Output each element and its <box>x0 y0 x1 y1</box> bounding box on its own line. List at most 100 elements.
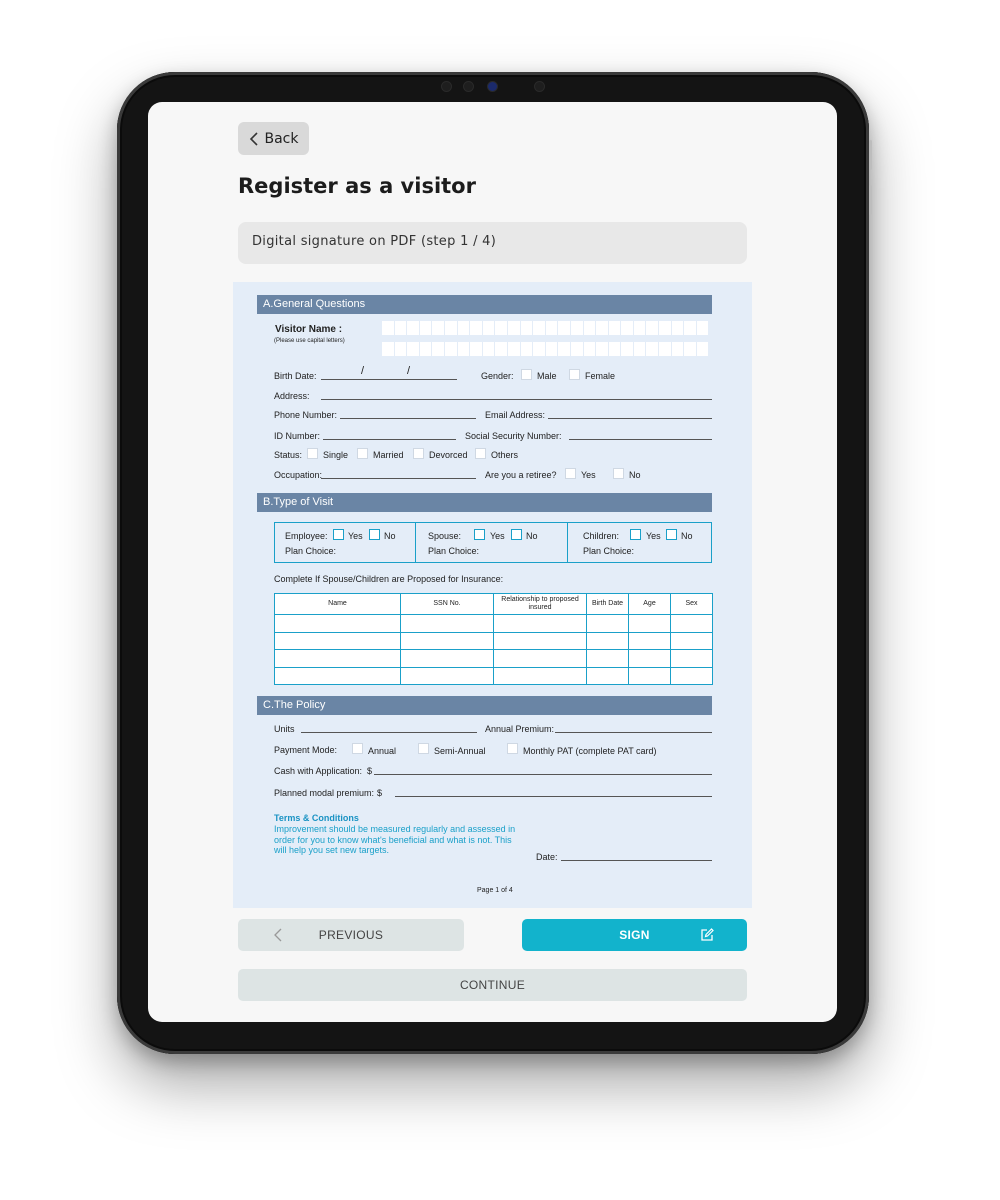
insurance-note: Complete If Spouse/Children are Proposed… <box>274 574 504 584</box>
date-field[interactable] <box>561 860 712 861</box>
units-field[interactable] <box>301 732 477 733</box>
table-cell[interactable] <box>274 631 401 650</box>
visit-type-box: Employee: Yes No Plan Choice: Spouse: Ye… <box>274 522 712 563</box>
gender-male-checkbox[interactable] <box>521 369 532 380</box>
payment-semi-annual-checkbox[interactable] <box>418 743 429 754</box>
children-yes-checkbox[interactable] <box>630 529 641 540</box>
spouse-no-checkbox[interactable] <box>511 529 522 540</box>
table-cell[interactable] <box>670 649 713 668</box>
table-cell[interactable] <box>628 614 671 633</box>
visitor-name-label: Visitor Name : <box>275 324 343 335</box>
sign-button[interactable]: SIGN <box>522 919 747 951</box>
visitor-name-grid-row-1[interactable] <box>382 321 710 335</box>
children-no-checkbox[interactable] <box>666 529 677 540</box>
occupation-label: Occupation: <box>274 470 323 480</box>
table-cell[interactable] <box>493 649 587 668</box>
table-cell[interactable] <box>274 649 401 668</box>
payment-monthly-label: Monthly PAT (complete PAT card) <box>523 746 657 756</box>
id-number-field[interactable] <box>323 439 456 440</box>
address-field[interactable] <box>321 399 712 400</box>
step-indicator: Digital signature on PDF (step 1 / 4) <box>238 222 747 264</box>
gender-female-label: Female <box>585 371 616 381</box>
table-cell[interactable] <box>493 666 587 685</box>
employee-yes-checkbox[interactable] <box>333 529 344 540</box>
table-cell[interactable] <box>586 631 629 650</box>
employee-no-checkbox[interactable] <box>369 529 380 540</box>
section-a-header: A.General Questions <box>257 295 712 314</box>
camera-icon <box>442 82 451 91</box>
back-button[interactable]: Back <box>238 122 309 155</box>
previous-button[interactable]: PREVIOUS <box>238 919 464 951</box>
phone-label: Phone Number: <box>274 410 338 420</box>
previous-button-label: PREVIOUS <box>318 928 384 942</box>
ssn-field[interactable] <box>569 439 712 440</box>
children-yes-label: Yes <box>646 531 661 541</box>
currency-symbol: $ <box>377 788 383 798</box>
status-label: Status: <box>274 450 303 460</box>
sensor-icon <box>535 82 544 91</box>
table-cell[interactable] <box>586 666 629 685</box>
occupation-field[interactable] <box>321 478 476 479</box>
table-cell[interactable] <box>586 649 629 668</box>
email-label: Email Address: <box>485 410 546 420</box>
planned-modal-premium-label: Planned modal premium: <box>274 788 375 798</box>
status-others-checkbox[interactable] <box>475 448 486 459</box>
camera-icon <box>488 82 497 91</box>
date-label: Date: <box>536 852 558 862</box>
table-cell[interactable] <box>274 666 401 685</box>
gender-female-checkbox[interactable] <box>569 369 580 380</box>
table-row <box>274 631 713 650</box>
cash-with-application-field[interactable] <box>374 774 712 775</box>
id-number-label: ID Number: <box>274 431 321 441</box>
camera-bar <box>438 80 548 94</box>
planned-modal-premium-field[interactable] <box>395 796 712 797</box>
payment-monthly-checkbox[interactable] <box>507 743 518 754</box>
phone-field[interactable] <box>340 418 476 419</box>
status-single-checkbox[interactable] <box>307 448 318 459</box>
payment-annual-checkbox[interactable] <box>352 743 363 754</box>
table-cell[interactable] <box>493 631 587 650</box>
continue-button[interactable]: CONTINUE <box>238 969 747 1001</box>
table-cell[interactable] <box>400 614 494 633</box>
table-cell[interactable] <box>400 666 494 685</box>
sign-button-label: SIGN <box>619 928 650 942</box>
children-no-label: No <box>681 531 693 541</box>
spouse-yes-checkbox[interactable] <box>474 529 485 540</box>
table-header-name: Name <box>274 593 401 615</box>
table-header-ssn: SSN No. <box>400 593 494 615</box>
email-field[interactable] <box>548 418 712 419</box>
table-header-sex: Sex <box>670 593 713 615</box>
visitor-name-grid-row-2[interactable] <box>382 342 710 356</box>
retiree-yes-checkbox[interactable] <box>565 468 576 479</box>
status-others-label: Others <box>491 450 519 460</box>
table-cell[interactable] <box>628 666 671 685</box>
chevron-left-icon <box>274 928 282 942</box>
status-married-checkbox[interactable] <box>357 448 368 459</box>
sensor-icon <box>464 82 473 91</box>
table-cell[interactable] <box>400 649 494 668</box>
spouse-plan-choice-label: Plan Choice: <box>428 546 480 556</box>
status-divorced-checkbox[interactable] <box>413 448 424 459</box>
employee-cell: Employee: Yes No Plan Choice: <box>275 523 415 562</box>
table-cell[interactable] <box>586 614 629 633</box>
table-cell[interactable] <box>493 614 587 633</box>
table-cell[interactable] <box>400 631 494 650</box>
payment-annual-label: Annual <box>368 746 397 756</box>
terms-body: Improvement should be measured regularly… <box>274 824 516 855</box>
birth-date-field[interactable] <box>321 379 457 380</box>
table-cell[interactable] <box>670 631 713 650</box>
status-divorced-label: Devorced <box>429 450 468 460</box>
retiree-no-checkbox[interactable] <box>613 468 624 479</box>
section-b-header: B.Type of Visit <box>257 493 712 512</box>
employee-label: Employee: <box>285 531 328 541</box>
table-cell[interactable] <box>628 649 671 668</box>
table-cell[interactable] <box>670 614 713 633</box>
retiree-yes-label: Yes <box>581 470 596 480</box>
tablet-volume-button <box>869 185 872 215</box>
annual-premium-field[interactable] <box>555 732 712 733</box>
spouse-no-label: No <box>526 531 538 541</box>
table-cell[interactable] <box>274 614 401 633</box>
table-header-birth-date: Birth Date <box>586 593 629 615</box>
table-cell[interactable] <box>670 666 713 685</box>
table-cell[interactable] <box>628 631 671 650</box>
